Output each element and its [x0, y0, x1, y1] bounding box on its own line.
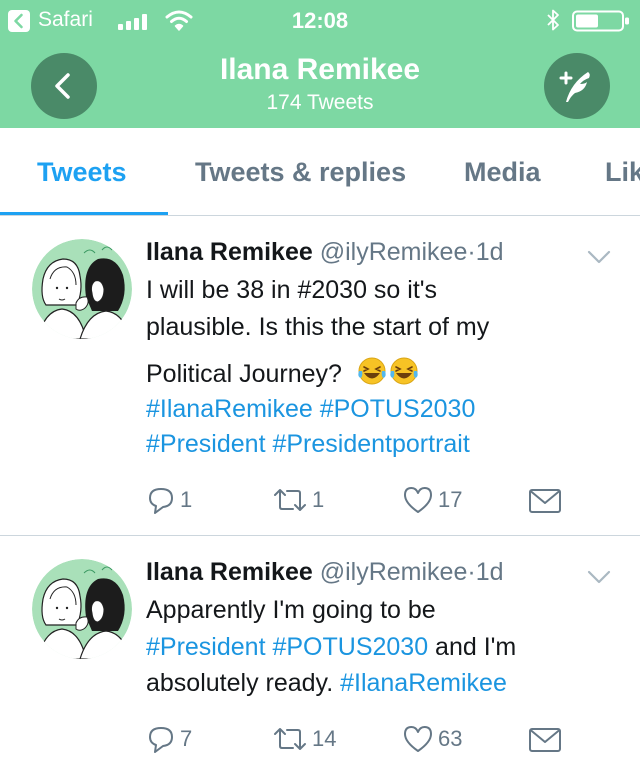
retweet-icon	[274, 728, 306, 750]
author-handle[interactable]: @ilyRemikee	[320, 558, 468, 586]
direct-message-button[interactable]	[528, 487, 562, 515]
header-separator: ·	[467, 558, 476, 586]
tweet-text-line: I will be 38 in #2030 so it's	[146, 276, 616, 305]
tweet-text-line: plausible. Is this the start of my	[146, 313, 616, 342]
bluetooth-icon	[547, 9, 559, 31]
battery-icon	[572, 10, 629, 32]
tweet-text: and I'm	[428, 633, 517, 661]
tab-tweets[interactable]: Tweets	[37, 157, 127, 188]
retweet-count: 1	[312, 487, 325, 512]
author-handle[interactable]: @ilyRemikee	[320, 238, 468, 266]
compose-tweet-icon	[559, 71, 590, 102]
reply-button[interactable]: 7	[146, 724, 192, 754]
reply-count: 7	[180, 726, 193, 751]
tweet-text-line: Political Journey?	[146, 356, 616, 389]
like-count: 17	[438, 487, 463, 512]
tweet-text: Apparently I'm going to be	[146, 596, 436, 624]
tweet-header: Ilana Remikee @ilyRemikee·1d	[146, 238, 504, 267]
compose-tweet-button[interactable]	[544, 53, 610, 119]
author-name[interactable]: Ilana Remikee	[146, 558, 313, 586]
reply-icon	[149, 488, 173, 514]
reply-count: 1	[180, 487, 193, 512]
like-count: 63	[438, 726, 463, 751]
header-separator: ·	[467, 238, 476, 266]
tweet-text: Political Journey?	[146, 360, 342, 388]
retweet-button[interactable]: 1	[272, 485, 324, 515]
tweet-item[interactable]: Ilana Remikee @ilyRemikee·1d Apparently …	[0, 537, 640, 773]
retweet-icon	[274, 489, 306, 511]
avatar[interactable]	[32, 559, 132, 659]
like-button[interactable]: 63	[402, 724, 462, 754]
tweet-text: plausible. Is this the start of my	[146, 313, 490, 341]
tweet-text: absolutely ready.	[146, 669, 341, 697]
tweet-header: Ilana Remikee @ilyRemikee·1d	[146, 558, 504, 587]
status-bar: Safari 12:08	[0, 0, 640, 40]
tab-media[interactable]: Media	[464, 157, 541, 188]
tab-likes[interactable]: Lik	[605, 157, 640, 188]
tweet-text: I will be 38 in #2030 so it's	[146, 276, 438, 304]
chevron-down-icon[interactable]	[586, 569, 612, 585]
profile-tabs: Tweets Tweets & replies Media Lik	[0, 128, 640, 216]
laughing-tears-emoji	[390, 357, 418, 385]
envelope-icon	[529, 489, 561, 513]
hashtag-link[interactable]: #President #Presidentportrait	[146, 430, 470, 458]
retweet-count: 14	[312, 726, 337, 751]
tweet-text-line: #IlanaRemikee #POTUS2030	[146, 395, 616, 424]
tweet-time[interactable]: 1d	[476, 238, 504, 266]
hashtag-link[interactable]: #IlanaRemikee #POTUS2030	[146, 395, 475, 423]
chevron-down-icon[interactable]	[586, 249, 612, 265]
tweet-text-line: absolutely ready. #IlanaRemikee	[146, 669, 616, 698]
retweet-button[interactable]: 14	[272, 724, 336, 754]
hashtag-link[interactable]: #President #POTUS2030	[146, 633, 428, 661]
reply-icon	[149, 727, 173, 753]
author-name[interactable]: Ilana Remikee	[146, 238, 313, 266]
tweet-text-line: #President #Presidentportrait	[146, 430, 616, 459]
like-button[interactable]: 17	[402, 485, 462, 515]
laughing-tears-emoji	[358, 357, 386, 385]
hashtag-link[interactable]: #IlanaRemikee	[340, 669, 507, 697]
status-time: 12:08	[291, 8, 349, 33]
active-tab-indicator	[0, 212, 168, 215]
direct-message-button[interactable]	[528, 726, 562, 754]
tweet-item[interactable]: Ilana Remikee @ilyRemikee·1d I will be 3…	[0, 217, 640, 536]
heart-icon	[404, 726, 432, 752]
reply-button[interactable]: 1	[146, 485, 192, 515]
tweet-text-line: #President #POTUS2030 and I'm	[146, 633, 616, 662]
heart-icon	[404, 487, 432, 513]
tweet-time[interactable]: 1d	[476, 558, 504, 586]
avatar[interactable]	[32, 239, 132, 339]
tab-tweets-replies[interactable]: Tweets & replies	[195, 157, 406, 188]
tweet-text-line: Apparently I'm going to be	[146, 596, 616, 625]
envelope-icon	[529, 728, 561, 752]
